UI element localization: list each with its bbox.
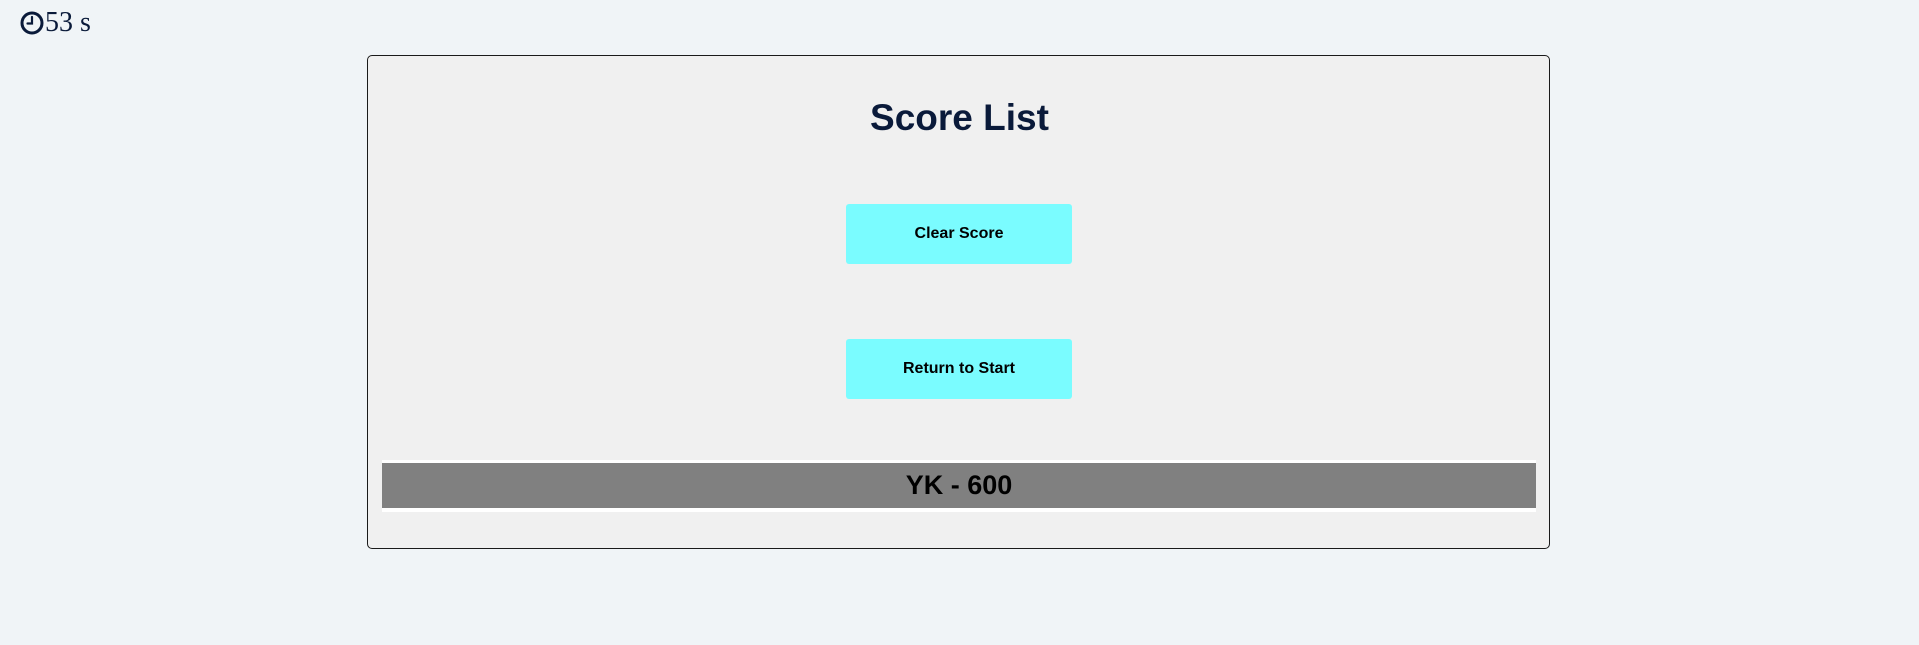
clear-score-button[interactable]: Clear Score <box>846 204 1072 264</box>
timer: 53 s <box>20 6 91 40</box>
page-title: Score List <box>870 97 1049 138</box>
score-list: YK - 600 <box>382 460 1536 512</box>
timer-text: 53 s <box>45 7 91 38</box>
return-to-start-button[interactable]: Return to Start <box>846 339 1072 399</box>
clock-icon <box>20 11 44 35</box>
score-row: YK - 600 <box>382 463 1536 508</box>
